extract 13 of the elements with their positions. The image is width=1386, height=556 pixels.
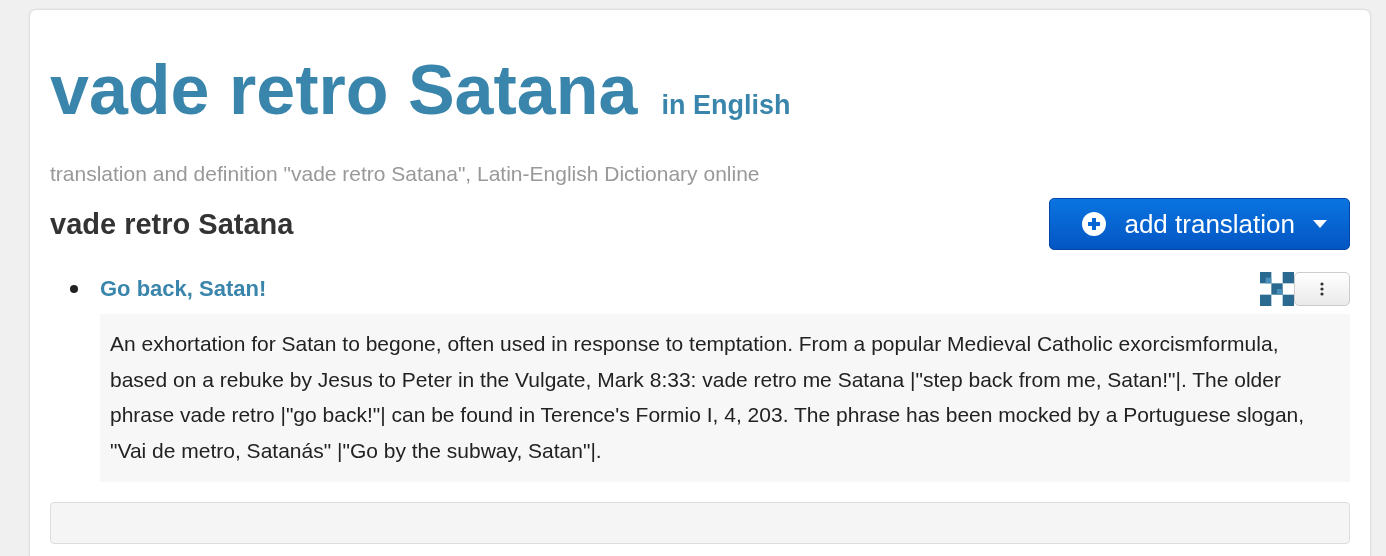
language-label: in English: [661, 90, 791, 121]
more-icon: [1320, 282, 1324, 296]
caret-icon: [1313, 220, 1327, 228]
translation-link[interactable]: Go back, Satan!: [100, 276, 267, 302]
bullet: [70, 285, 78, 293]
add-translation-button[interactable]: add translation: [1049, 198, 1350, 250]
more-options-button[interactable]: [1294, 272, 1350, 306]
plus-circle-icon: [1082, 212, 1107, 236]
checker-icon: [1260, 272, 1294, 306]
phrase-heading: vade retro Satana: [50, 207, 294, 241]
definition-text: An exhortation for Satan to begone, often used in response to temptation. From a popular Medieval Catholic exorcismformula, based on a rebuke by Jesus to Peter in the Vulgate, Mark 8:33: vade retro me Satana |"step back from me, Satan!"|. The older phrase vade retro |"go back!"| can be found in Terence's Formio I, 4, 203. The phrase has been mocked by a Portuguese slogan, "Vai de metro, Satanás" |"Go by the subway, Satan"|.: [100, 314, 1350, 482]
page-title: vade retro Satana: [50, 50, 638, 131]
subtitle: translation and definition "vade retro Satana", Latin-English Dictionary online: [50, 162, 761, 186]
